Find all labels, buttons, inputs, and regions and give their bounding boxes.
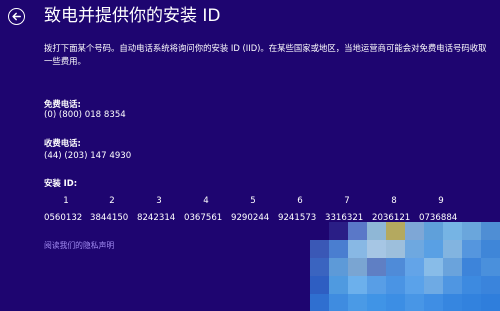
install-id-group-index: 7	[344, 196, 350, 206]
toll-label: 收费电话:	[44, 138, 81, 148]
install-id-group-index: 2	[109, 196, 115, 206]
install-id-group-index: 6	[297, 196, 303, 206]
install-id-group: 1 0560132	[44, 196, 88, 224]
toll-free-number: (0) (800) 018 8354	[44, 110, 126, 120]
install-id-group-index: 5	[250, 196, 256, 206]
install-id-group-code: 0367561	[184, 213, 223, 223]
install-id-group: 6 9241573	[278, 196, 322, 224]
toll-free-label: 免费电话:	[44, 99, 81, 109]
install-id-group-index: 3	[156, 196, 162, 206]
install-id-group-code: 8242314	[137, 213, 176, 223]
install-id-label: 安装 ID:	[44, 178, 78, 188]
privacy-statement-link[interactable]: 阅读我们的隐私声明	[44, 240, 114, 251]
install-id-group: 5 9290244	[231, 196, 275, 224]
install-id-group-index: 9	[438, 196, 444, 206]
install-id-group-code: 3844150	[90, 213, 129, 223]
install-id-group-index: 1	[63, 196, 69, 206]
toll-number: (44) (203) 147 4930	[44, 151, 132, 161]
install-id-group-index: 8	[391, 196, 397, 206]
install-id-group: 4 0367561	[184, 196, 228, 224]
install-id-group: 7 3316321	[325, 196, 369, 224]
instructions-text: 拨打下面某个号码。自动电话系统将询问你的安装 ID (IID)。在某些国家或地区…	[44, 43, 487, 66]
page-title: 致电并提供你的安装 ID	[44, 6, 221, 26]
install-id-group: 9 0736884	[419, 196, 463, 224]
install-id-group-code: 0560132	[44, 213, 83, 223]
install-id-group-code: 9290244	[231, 213, 270, 223]
install-id-group: 3 8242314	[137, 196, 181, 224]
install-id-group-index: 4	[203, 196, 209, 206]
install-id-group: 2 3844150	[90, 196, 134, 224]
pixelated-watermark	[310, 222, 500, 311]
install-id-group: 8 2036121	[372, 196, 416, 224]
back-arrow-icon[interactable]	[8, 8, 25, 25]
